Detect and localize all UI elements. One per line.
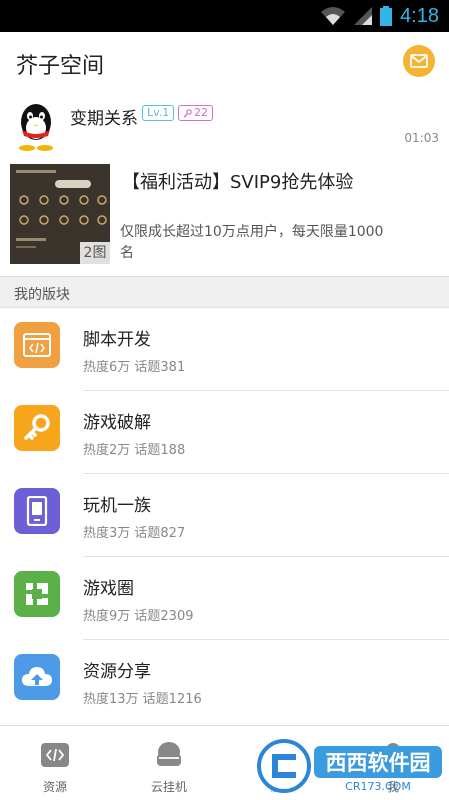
- nav-label: 资源: [42, 780, 67, 794]
- key-small-icon: [183, 108, 192, 117]
- status-time: 4:18: [400, 4, 439, 27]
- key-icon: [14, 405, 60, 451]
- page-title: 芥子空间: [16, 54, 105, 79]
- post-description: 仅限成长超过10万点用户，每天限量1000名: [120, 224, 384, 261]
- signal-icon: [354, 7, 373, 25]
- cloud-icon: [157, 742, 181, 766]
- ring-icon: [14, 571, 60, 617]
- board-item-phone-play[interactable]: 玩机一族 热度3万 话题827: [0, 474, 449, 557]
- post-time: 01:03: [404, 131, 439, 145]
- board-meta: 热度2万 话题188: [83, 443, 186, 458]
- code-icon: [14, 322, 60, 368]
- key-badge: 22: [178, 105, 213, 121]
- board-list: 脚本开发 热度6万 话题381 游戏破解 热度2万 话题188 玩机一族 热度3…: [0, 308, 449, 723]
- status-bar: 4:18: [0, 0, 449, 32]
- board-item-script-dev[interactable]: 脚本开发 热度6万 话题381: [0, 308, 449, 391]
- board-name: 游戏圈: [83, 579, 134, 599]
- code-icon: [41, 743, 69, 767]
- nav-item-resources[interactable]: 资源: [10, 726, 100, 800]
- app-header: 芥子空间: [0, 32, 449, 92]
- nav-label: 云挂机: [150, 780, 187, 794]
- level-badge: Lv.1: [142, 105, 175, 121]
- board-name: 脚本开发: [83, 330, 151, 350]
- board-item-game-crack[interactable]: 游戏破解 热度2万 话题188: [0, 391, 449, 474]
- watermark-url: CR173.COM: [345, 780, 411, 793]
- board-meta: 热度13万 话题1216: [83, 692, 202, 707]
- mail-button[interactable]: [403, 45, 435, 77]
- watermark-logo: 西西软件园 CR173.COM: [257, 739, 442, 793]
- envelope-icon: [410, 54, 428, 68]
- nav-item-cloud-hosting[interactable]: 云挂机: [124, 726, 214, 800]
- image-count: 2图: [80, 242, 110, 264]
- section-header: 我的版块: [0, 276, 449, 308]
- board-meta: 热度9万 话题2309: [83, 609, 194, 624]
- post-author[interactable]: 变期关系: [70, 104, 138, 129]
- board-meta: 热度6万 话题381: [83, 360, 186, 375]
- cloud-upload-icon: [14, 654, 60, 700]
- phone-icon: [14, 488, 60, 534]
- watermark-name: 西西软件园: [326, 751, 431, 775]
- board-item-resource-share[interactable]: 资源分享 热度13万 话题1216: [0, 640, 449, 723]
- key-count: 22: [194, 106, 208, 119]
- section-title: 我的版块: [14, 287, 70, 303]
- board-item-game-circle[interactable]: 游戏圈 热度9万 话题2309: [0, 557, 449, 640]
- featured-post[interactable]: 变期关系 Lv.1 22 01:03 2图 【福利活动】SVIP9抢先体验 仅限…: [0, 92, 449, 276]
- board-meta: 热度3万 话题827: [83, 526, 186, 541]
- post-thumbnail[interactable]: 2图: [10, 164, 110, 264]
- avatar[interactable]: [14, 100, 58, 152]
- wifi-icon: [321, 7, 346, 25]
- post-title[interactable]: 【福利活动】SVIP9抢先体验: [122, 168, 442, 194]
- battery-icon: [380, 6, 393, 26]
- board-name: 游戏破解: [83, 413, 151, 433]
- board-name: 资源分享: [83, 662, 151, 682]
- board-name: 玩机一族: [83, 496, 151, 516]
